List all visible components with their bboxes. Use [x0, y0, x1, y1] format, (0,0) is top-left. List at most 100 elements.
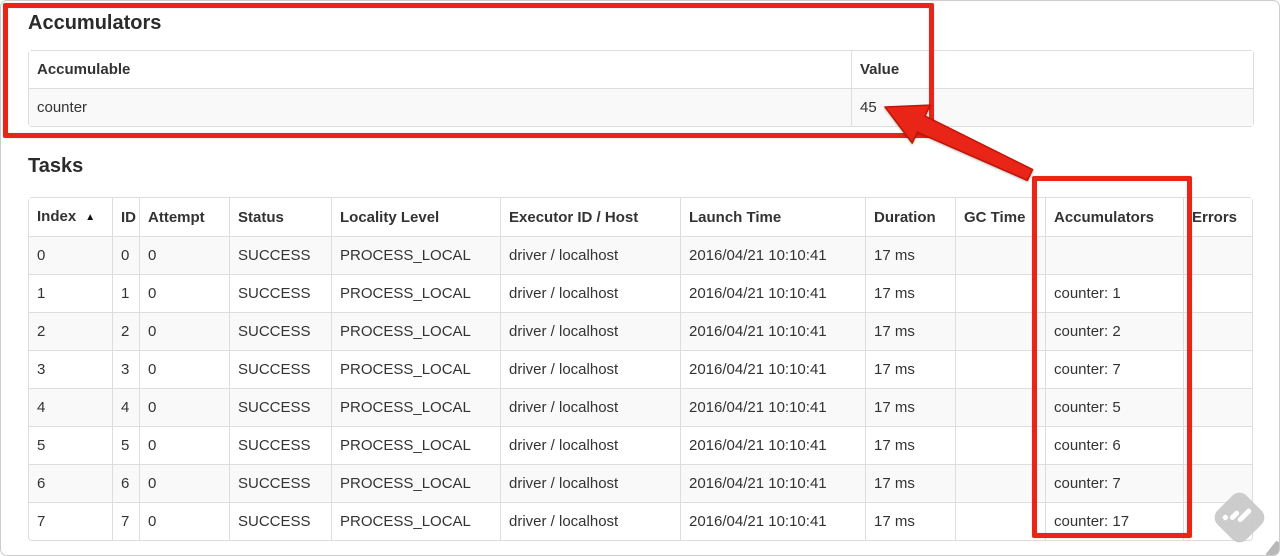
column-header-value: Value — [851, 51, 1253, 88]
task-executor-id-host-cell: driver / localhost — [500, 388, 680, 426]
task-attempt-cell: 0 — [139, 312, 229, 350]
task-launch-time-cell: 2016/04/21 10:10:41 — [680, 388, 865, 426]
task-accumulators-cell: counter: 2 — [1045, 312, 1183, 350]
task-errors-cell — [1183, 426, 1252, 464]
task-errors-cell — [1183, 388, 1252, 426]
task-launch-time-cell: 2016/04/21 10:10:41 — [680, 236, 865, 274]
task-gc-time-cell — [955, 426, 1045, 464]
task-executor-id-host-cell: driver / localhost — [500, 236, 680, 274]
task-errors-cell — [1183, 236, 1252, 274]
column-header-duration[interactable]: Duration — [865, 198, 955, 236]
task-locality-level-cell: PROCESS_LOCAL — [331, 464, 500, 502]
task-index-cell: 4 — [29, 388, 112, 426]
task-row: 5 5 0 SUCCESS PROCESS_LOCAL driver / loc… — [29, 426, 1252, 464]
task-accumulators-cell: counter: 6 — [1045, 426, 1183, 464]
task-duration-cell: 17 ms — [865, 426, 955, 464]
task-id-cell: 5 — [112, 426, 139, 464]
column-header-locality-level[interactable]: Locality Level — [331, 198, 500, 236]
task-status-cell: SUCCESS — [229, 464, 331, 502]
task-executor-id-host-cell: driver / localhost — [500, 350, 680, 388]
accumulators-table: Accumulable Value counter 45 — [28, 50, 1254, 127]
task-errors-cell — [1183, 502, 1252, 540]
tasks-section: Tasks Index ▲ ID Attempt Status Locality … — [28, 155, 1253, 541]
task-row: 1 1 0 SUCCESS PROCESS_LOCAL driver / loc… — [29, 274, 1252, 312]
column-header-errors[interactable]: Errors — [1183, 198, 1252, 236]
spark-stage-page: Accumulators Accumulable Value counter 4… — [0, 0, 1280, 556]
task-duration-cell: 17 ms — [865, 388, 955, 426]
task-launch-time-cell: 2016/04/21 10:10:41 — [680, 426, 865, 464]
task-attempt-cell: 0 — [139, 502, 229, 540]
task-gc-time-cell — [955, 464, 1045, 502]
tasks-heading: Tasks — [28, 155, 84, 177]
task-index-cell: 7 — [29, 502, 112, 540]
task-accumulators-cell — [1045, 236, 1183, 274]
accumulators-heading: Accumulators — [28, 12, 162, 34]
task-row: 6 6 0 SUCCESS PROCESS_LOCAL driver / loc… — [29, 464, 1252, 502]
task-launch-time-cell: 2016/04/21 10:10:41 — [680, 274, 865, 312]
task-status-cell: SUCCESS — [229, 502, 331, 540]
task-row: 2 2 0 SUCCESS PROCESS_LOCAL driver / loc… — [29, 312, 1252, 350]
tasks-header-row: Index ▲ ID Attempt Status Locality Level … — [29, 198, 1252, 236]
task-index-cell: 5 — [29, 426, 112, 464]
column-header-executor-id-host[interactable]: Executor ID / Host — [500, 198, 680, 236]
task-executor-id-host-cell: driver / localhost — [500, 274, 680, 312]
task-launch-time-cell: 2016/04/21 10:10:41 — [680, 502, 865, 540]
task-gc-time-cell — [955, 312, 1045, 350]
task-id-cell: 6 — [112, 464, 139, 502]
task-locality-level-cell: PROCESS_LOCAL — [331, 388, 500, 426]
task-attempt-cell: 0 — [139, 236, 229, 274]
task-accumulators-cell: counter: 5 — [1045, 388, 1183, 426]
column-header-status[interactable]: Status — [229, 198, 331, 236]
accumulable-value-cell: 45 — [851, 88, 1253, 126]
task-id-cell: 2 — [112, 312, 139, 350]
task-errors-cell — [1183, 274, 1252, 312]
task-accumulators-cell: counter: 17 — [1045, 502, 1183, 540]
task-locality-level-cell: PROCESS_LOCAL — [331, 312, 500, 350]
sort-ascending-icon: ▲ — [85, 212, 96, 223]
task-attempt-cell: 0 — [139, 426, 229, 464]
task-duration-cell: 17 ms — [865, 350, 955, 388]
task-duration-cell: 17 ms — [865, 236, 955, 274]
task-row: 7 7 0 SUCCESS PROCESS_LOCAL driver / loc… — [29, 502, 1252, 540]
task-gc-time-cell — [955, 502, 1045, 540]
task-accumulators-cell: counter: 1 — [1045, 274, 1183, 312]
task-row: 4 4 0 SUCCESS PROCESS_LOCAL driver / loc… — [29, 388, 1252, 426]
task-index-cell: 2 — [29, 312, 112, 350]
task-accumulators-cell: counter: 7 — [1045, 464, 1183, 502]
column-header-index[interactable]: Index ▲ — [29, 198, 112, 236]
task-launch-time-cell: 2016/04/21 10:10:41 — [680, 464, 865, 502]
task-duration-cell: 17 ms — [865, 312, 955, 350]
tasks-table-body: 0 0 0 SUCCESS PROCESS_LOCAL driver / loc… — [29, 236, 1252, 540]
column-header-attempt[interactable]: Attempt — [139, 198, 229, 236]
task-id-cell: 0 — [112, 236, 139, 274]
task-attempt-cell: 0 — [139, 350, 229, 388]
column-header-gc-time[interactable]: GC Time — [955, 198, 1045, 236]
task-errors-cell — [1183, 312, 1252, 350]
accumulators-header-row: Accumulable Value — [29, 51, 1253, 88]
task-executor-id-host-cell: driver / localhost — [500, 312, 680, 350]
task-errors-cell — [1183, 464, 1252, 502]
task-executor-id-host-cell: driver / localhost — [500, 502, 680, 540]
task-id-cell: 3 — [112, 350, 139, 388]
task-status-cell: SUCCESS — [229, 388, 331, 426]
task-gc-time-cell — [955, 274, 1045, 312]
column-header-launch-time[interactable]: Launch Time — [680, 198, 865, 236]
task-launch-time-cell: 2016/04/21 10:10:41 — [680, 312, 865, 350]
task-locality-level-cell: PROCESS_LOCAL — [331, 274, 500, 312]
task-index-cell: 1 — [29, 274, 112, 312]
column-header-accumulators[interactable]: Accumulators — [1045, 198, 1183, 236]
task-row: 0 0 0 SUCCESS PROCESS_LOCAL driver / loc… — [29, 236, 1252, 274]
task-duration-cell: 17 ms — [865, 464, 955, 502]
task-accumulators-cell: counter: 7 — [1045, 350, 1183, 388]
task-attempt-cell: 0 — [139, 464, 229, 502]
task-gc-time-cell — [955, 350, 1045, 388]
task-status-cell: SUCCESS — [229, 236, 331, 274]
column-header-id[interactable]: ID — [112, 198, 139, 236]
cursor-fragment — [1265, 540, 1279, 555]
task-gc-time-cell — [955, 388, 1045, 426]
task-executor-id-host-cell: driver / localhost — [500, 464, 680, 502]
task-index-cell: 3 — [29, 350, 112, 388]
task-executor-id-host-cell: driver / localhost — [500, 426, 680, 464]
accumulators-section: Accumulators Accumulable Value counter 4… — [28, 12, 1254, 127]
task-id-cell: 1 — [112, 274, 139, 312]
